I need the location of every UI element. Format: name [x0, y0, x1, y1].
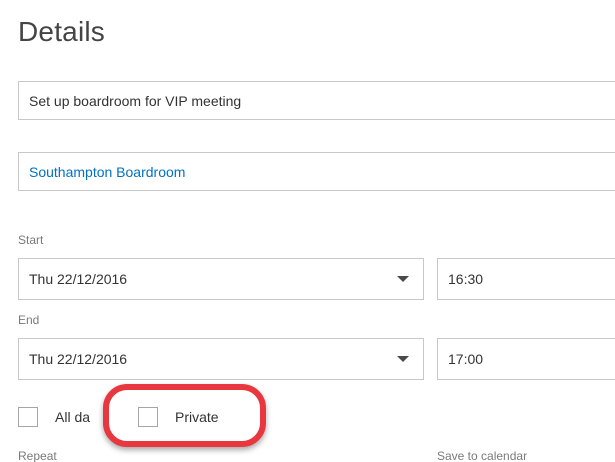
location-value: Southampton Boardroom — [29, 163, 186, 180]
start-label: Start — [18, 233, 44, 247]
event-title-value: Set up boardroom for VIP meeting — [29, 92, 242, 109]
end-label: End — [18, 313, 40, 327]
end-date-value: Thu 22/12/2016 — [29, 351, 128, 367]
start-date-select[interactable]: Thu 22/12/2016 — [18, 258, 424, 300]
private-option[interactable]: Private — [138, 407, 219, 427]
repeat-label: Repeat — [18, 449, 57, 462]
event-title-field[interactable]: Set up boardroom for VIP meeting — [18, 81, 615, 120]
end-time-field[interactable]: 17:00 — [437, 338, 615, 380]
private-label: Private — [175, 409, 219, 425]
start-time-value: 16:30 — [448, 271, 484, 287]
all-day-checkbox[interactable] — [18, 407, 38, 427]
start-time-field[interactable]: 16:30 — [437, 258, 615, 300]
private-checkbox[interactable] — [138, 407, 158, 427]
all-day-label: All da — [55, 409, 91, 425]
event-details-form: Details Set up boardroom for VIP meeting… — [0, 0, 615, 462]
start-date-value: Thu 22/12/2016 — [29, 271, 128, 287]
all-day-option[interactable]: All da — [18, 407, 90, 427]
chevron-down-icon[interactable] — [397, 356, 409, 362]
end-date-select[interactable]: Thu 22/12/2016 — [18, 338, 424, 380]
page-title: Details — [18, 16, 105, 47]
chevron-down-icon[interactable] — [397, 276, 409, 282]
location-field[interactable]: Southampton Boardroom — [18, 152, 615, 191]
end-time-value: 17:00 — [448, 351, 484, 367]
save-to-calendar-label: Save to calendar — [437, 449, 528, 462]
